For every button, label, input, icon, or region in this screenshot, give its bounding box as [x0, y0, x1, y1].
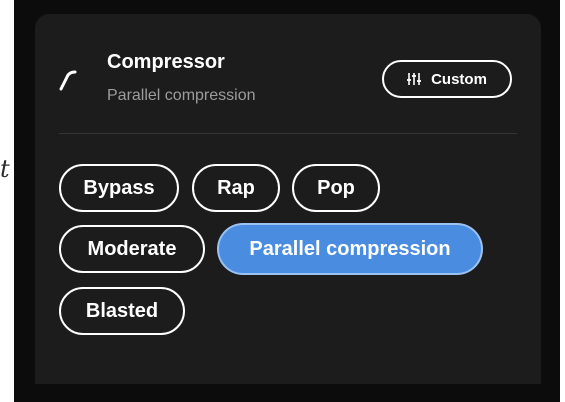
preset-chip-label: Pop	[317, 176, 355, 199]
preset-chip-parallel-compression[interactable]: Parallel compression	[219, 225, 481, 273]
screenshot-stage: t Compressor Parallel compression Custom	[0, 0, 565, 402]
preset-chip-blasted[interactable]: Blasted	[59, 287, 185, 335]
preset-chip-label: Parallel compression	[249, 237, 451, 260]
compressor-curve-icon	[59, 70, 77, 91]
panel-subtitle: Parallel compression	[107, 87, 256, 104]
preset-chip-label: Rap	[217, 176, 255, 199]
panel-header: Compressor Parallel compression Custom	[35, 14, 541, 134]
preset-chip-pop[interactable]: Pop	[292, 164, 380, 212]
compressor-panel: Compressor Parallel compression Custom B…	[35, 14, 541, 384]
preset-chip-moderate[interactable]: Moderate	[59, 225, 205, 273]
preset-chip-label: Blasted	[85, 299, 159, 322]
header-divider	[59, 133, 517, 134]
preset-chip-bypass[interactable]: Bypass	[59, 164, 179, 212]
sliders-icon	[407, 73, 422, 85]
preset-chip-label: Moderate	[87, 237, 177, 260]
custom-button[interactable]: Custom	[382, 60, 512, 98]
preset-chip-rap[interactable]: Rap	[192, 164, 280, 212]
panel-title: Compressor	[107, 51, 225, 73]
preset-chip-label: Bypass	[83, 176, 155, 199]
cropped-text-fragment: t	[0, 155, 10, 183]
custom-button-label: Custom	[431, 70, 487, 88]
